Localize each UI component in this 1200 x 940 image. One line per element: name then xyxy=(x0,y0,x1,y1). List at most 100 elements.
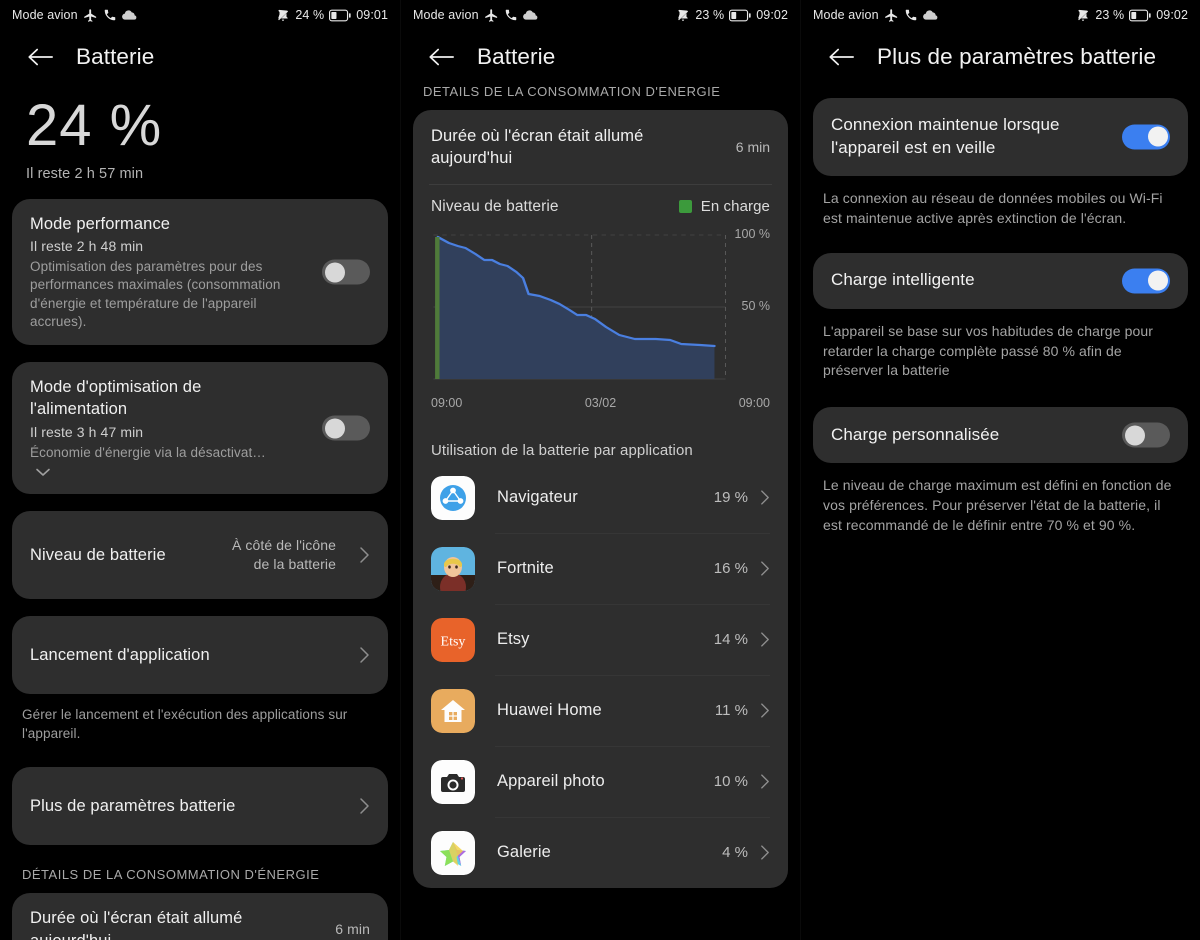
app-name: Galerie xyxy=(497,843,551,862)
status-bar-left: Mode avion xyxy=(12,8,138,23)
app-row-appareil-photo[interactable]: Appareil photo 10 % xyxy=(429,747,772,817)
card-power-optimisation[interactable]: Mode d'optimisation de l'alimentation Il… xyxy=(12,362,388,495)
card-description: Optimisation des paramètres pour des per… xyxy=(30,259,281,329)
status-bar-right: 23 % 09:02 xyxy=(676,8,788,22)
x-axis-label-mid: 03/02 xyxy=(584,395,617,410)
chevron-right-icon[interactable] xyxy=(359,646,370,664)
card-screen-on-time[interactable]: Durée où l'écran était allumé aujourd'hu… xyxy=(12,893,388,940)
call-icon xyxy=(103,8,117,22)
airplane-mode-label: Mode avion xyxy=(12,8,78,22)
chevron-right-icon[interactable] xyxy=(760,631,770,648)
row-label: Durée où l'écran était allumé aujourd'hu… xyxy=(30,909,243,940)
chevron-down-icon[interactable] xyxy=(35,467,51,477)
panel-battery-main: Mode avion 24 % 09:01 Batterie 24 % Il r… xyxy=(0,0,400,940)
app-name: Appareil photo xyxy=(497,772,605,791)
bell-muted-icon xyxy=(276,8,290,22)
app-row-etsy[interactable]: Etsy Etsy 14 % xyxy=(429,605,772,675)
app-percent: 4 % xyxy=(722,844,748,862)
status-bar-panel2: Mode avion 23 % 09:02 xyxy=(401,0,800,30)
app-name: Huawei Home xyxy=(497,701,602,720)
x-axis-label-start: 09:00 xyxy=(431,395,463,410)
airplane-icon xyxy=(884,8,899,23)
card-keep-connection[interactable]: Connexion maintenue lorsque l'appareil e… xyxy=(813,98,1188,176)
battery-percent-status: 23 % xyxy=(695,8,725,22)
app-name: Navigateur xyxy=(497,488,578,507)
chevron-right-icon[interactable] xyxy=(760,844,770,861)
back-arrow-icon[interactable] xyxy=(827,46,855,68)
toggle-power-optimisation[interactable] xyxy=(322,415,370,441)
app-row-huawei-home[interactable]: Huawei Home 11 % xyxy=(429,676,772,746)
card-custom-charge[interactable]: Charge personnalisée xyxy=(813,407,1188,464)
chart-title: Niveau de batterie xyxy=(431,197,559,215)
back-arrow-icon[interactable] xyxy=(26,46,54,68)
toggle-knob xyxy=(1147,270,1168,291)
app-percent: 19 % xyxy=(713,489,748,507)
row-screen-on-time[interactable]: Durée où l'écran était allumé aujourd'hu… xyxy=(429,110,772,184)
chevron-right-icon[interactable] xyxy=(760,773,770,790)
card-title: Mode performance xyxy=(30,214,171,233)
chevron-right-icon[interactable] xyxy=(760,560,770,577)
app-row-fortnite[interactable]: Fortnite 16 % xyxy=(429,534,772,604)
page-title: Batterie xyxy=(477,44,556,69)
app-row-galerie[interactable]: Galerie 4 % xyxy=(429,818,772,888)
card-description: Économie d'énergie via la désactivat… xyxy=(30,444,266,460)
setting-description: La connexion au réseau de données mobile… xyxy=(823,189,1163,226)
title-bar-panel2: Batterie xyxy=(401,30,800,80)
cloud-icon xyxy=(922,9,939,21)
legend-label-charging: En charge xyxy=(700,198,770,216)
y-axis-label-100: 100 % xyxy=(734,226,770,241)
battery-percent-status: 23 % xyxy=(1095,8,1125,22)
gallery-icon xyxy=(431,830,475,875)
clock-label: 09:02 xyxy=(1156,8,1188,22)
chevron-right-icon[interactable] xyxy=(760,702,770,719)
battery-icon xyxy=(1129,9,1151,22)
row-more-battery-settings[interactable]: Plus de paramètres batterie xyxy=(12,767,388,846)
card-subtitle: Il reste 2 h 48 min xyxy=(30,238,144,255)
toggle-custom-charge[interactable] xyxy=(1122,422,1170,448)
card-smart-charge[interactable]: Charge intelligente xyxy=(813,252,1188,309)
app-row-navigateur[interactable]: Navigateur 19 % xyxy=(429,463,772,533)
toggle-smart-charge[interactable] xyxy=(1122,268,1170,294)
row-battery-level[interactable]: Niveau de batterie À côté de l'icône de … xyxy=(12,511,388,600)
chart-area-fill xyxy=(437,236,715,379)
status-bar-panel1: Mode avion 24 % 09:01 xyxy=(0,0,400,30)
card-performance-mode[interactable]: Mode performance Il reste 2 h 48 min Opt… xyxy=(12,198,388,346)
app-name: Fortnite xyxy=(497,559,554,578)
panel-more-battery-settings: Mode avion 23 % 09:02 Plus de paramètres… xyxy=(800,0,1200,940)
chevron-right-icon[interactable] xyxy=(359,546,370,564)
battery-remaining-label: Il reste 2 h 57 min xyxy=(26,165,144,182)
airplane-icon xyxy=(83,8,98,23)
etsy-icon: Etsy xyxy=(431,617,475,662)
setting-title: Charge intelligente xyxy=(831,270,975,290)
bell-muted-icon xyxy=(676,8,690,22)
chart-legend: En charge xyxy=(678,198,770,216)
setting-title: Charge personnalisée xyxy=(831,424,1000,444)
back-arrow-icon[interactable] xyxy=(427,46,455,68)
toggle-knob xyxy=(1147,126,1168,147)
page-title: Batterie xyxy=(76,44,155,69)
panel-battery-details: Mode avion 23 % 09:02 Batterie DETAILS D… xyxy=(400,0,800,940)
toggle-knob xyxy=(324,418,345,439)
setting-description: Le niveau de charge maximum est défini e… xyxy=(823,477,1172,533)
card-subtitle: Il reste 3 h 47 min xyxy=(30,423,144,440)
clock-label: 09:02 xyxy=(756,8,788,22)
card-consumption-details: Durée où l'écran était allumé aujourd'hu… xyxy=(413,110,788,888)
section-header-energy-details: DÉTAILS DE LA CONSOMMATION D'ÉNERGIE xyxy=(22,867,320,883)
call-icon xyxy=(904,8,918,22)
row-label: Durée où l'écran était allumé aujourd'hu… xyxy=(431,127,644,168)
page-title: Plus de paramètres batterie xyxy=(877,44,1157,69)
y-axis-label-50: 50 % xyxy=(741,298,771,313)
apps-section-header: Utilisation de la batterie par applicati… xyxy=(431,441,693,459)
toggle-knob xyxy=(324,262,345,283)
title-bar-panel3: Plus de paramètres batterie xyxy=(801,30,1200,80)
toggle-performance-mode[interactable] xyxy=(322,259,370,285)
toggle-keep-connection[interactable] xyxy=(1122,124,1170,150)
app-percent: 11 % xyxy=(714,702,748,720)
chevron-right-icon[interactable] xyxy=(359,797,370,815)
fortnite-icon xyxy=(431,546,475,591)
chevron-right-icon[interactable] xyxy=(760,489,770,506)
row-value: 6 min xyxy=(335,921,370,938)
row-value: 6 min xyxy=(735,139,770,155)
x-axis-labels: 09:00 03/02 09:00 xyxy=(429,391,772,422)
row-app-launch[interactable]: Lancement d'application xyxy=(12,616,388,695)
